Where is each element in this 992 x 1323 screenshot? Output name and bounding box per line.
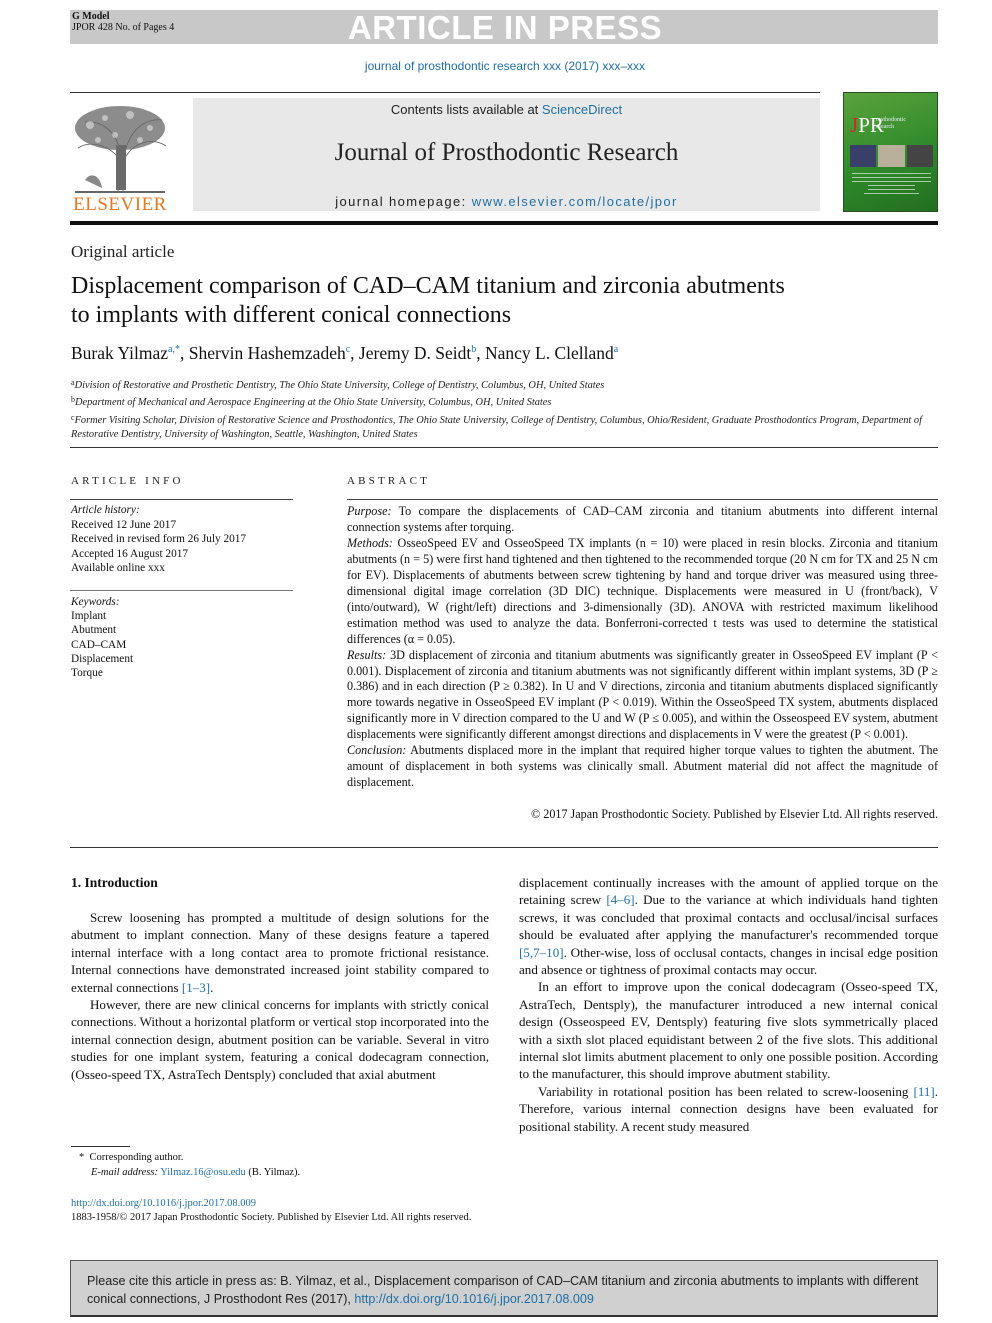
keyword: Torque (71, 667, 103, 680)
cover-image-1 (850, 145, 877, 167)
footnote: * Corresponding author. E-mail address: … (79, 1151, 300, 1180)
article-status: ARTICLE IN PRESS (347, 9, 663, 46)
cover-image-3 (906, 145, 933, 167)
running-journal-reference[interactable]: journal of prosthodontic research xxx (2… (0, 59, 992, 73)
journal-title: Journal of Prosthodontic Research (334, 139, 679, 166)
body-column-right: displacement continually increases with … (519, 874, 938, 1135)
body-paragraph: However, there are new clinical concerns… (71, 996, 489, 1083)
citation-link[interactable]: [4–6] (606, 892, 634, 907)
history-item: Available online xxx (71, 562, 165, 575)
article-type: Original article (71, 242, 175, 261)
author-list: Burak Yilmaza,*, Shervin Hashemzadehc, J… (71, 343, 619, 363)
affiliation: cFormer Visiting Scholar, Division of Re… (71, 412, 922, 441)
corresponding-author-note: * Corresponding author. (79, 1152, 184, 1163)
divider (70, 847, 938, 848)
affiliations: aDivision of Restorative and Prosthetic … (71, 376, 951, 443)
article-info-heading: ARTICLE INFO (71, 475, 184, 487)
history-label: Article history: (71, 504, 140, 516)
citation-link[interactable]: [5,7–10] (519, 945, 564, 960)
affiliation: bDepartment of Mechanical and Aerospace … (71, 395, 552, 409)
email-link[interactable]: Yilmaz.16@osu.edu (160, 1167, 246, 1178)
journal-homepage: journal homepage: www.elsevier.com/locat… (193, 194, 820, 209)
keyword: Implant (71, 610, 107, 623)
body-column-left: Screw loosening has prompted a multitude… (71, 909, 489, 1083)
keyword: Displacement (71, 652, 134, 665)
elsevier-wordmark: ELSEVIER (73, 194, 167, 215)
footnote-rule (71, 1146, 130, 1147)
homepage-link[interactable]: www.elsevier.com/locate/jpor (472, 194, 678, 209)
doi-link[interactable]: http://dx.doi.org/10.1016/j.jpor.2017.08… (71, 1198, 256, 1209)
body-paragraph: Variability in rotational position has b… (519, 1083, 938, 1135)
sciencedirect-link[interactable]: ScienceDirect (542, 102, 622, 117)
author[interactable]: Nancy L. Clellanda (485, 343, 618, 363)
history-item: Received 12 June 2017 (71, 518, 177, 531)
abstract-body: Purpose: To compare the displacements of… (347, 504, 938, 791)
body-text: However, there are new clinical concerns… (71, 997, 489, 1082)
body-paragraph: In an effort to improve upon the conical… (519, 978, 938, 1082)
header-thick-rule (70, 221, 938, 225)
journal-cover-thumbnail[interactable]: JPR rosthodontic esearch (843, 92, 938, 212)
issn-copyright: 1883-1958/© 2017 Japan Prosthodontic Soc… (71, 1212, 472, 1223)
keyword: Abutment (71, 624, 117, 637)
cite-box: Please cite this article in press as: B.… (70, 1260, 938, 1317)
cite-doi-link[interactable]: http://dx.doi.org/10.1016/j.jpor.2017.08… (354, 1292, 593, 1306)
abstract-heading: ABSTRACT (347, 475, 431, 487)
divider (70, 590, 293, 591)
cover-images (850, 145, 933, 167)
author[interactable]: Jeremy D. Seidtb (359, 343, 476, 363)
body-text: . (210, 979, 214, 995)
affiliation: aDivision of Restorative and Prosthetic … (71, 378, 605, 391)
cover-image-2 (878, 145, 905, 167)
citation-link[interactable]: [11] (913, 1084, 934, 1099)
keywords-label: Keywords: (71, 596, 120, 608)
divider (70, 447, 938, 448)
divider (70, 499, 293, 500)
body-paragraph: Screw loosening has prompted a multitude… (71, 909, 489, 996)
body-text: In an effort to improve upon the conical… (519, 979, 938, 1082)
body-paragraph: displacement continually increases with … (519, 874, 938, 978)
history-item: Received in revised form 26 July 2017 (71, 533, 247, 546)
article-title: Displacement comparison of CAD–CAM titan… (71, 273, 785, 328)
contents-available: Contents lists available at ScienceDirec… (193, 102, 820, 117)
history-item: Accepted 16 August 2017 (71, 547, 189, 560)
author[interactable]: Burak Yilmaza,* (71, 343, 180, 363)
divider (347, 499, 938, 500)
keywords: Keywords: Implant Abutment CAD–CAM Displ… (71, 595, 133, 680)
citation-link[interactable]: [1–3] (182, 980, 210, 995)
cover-text-lines (852, 173, 931, 197)
homepage-prefix: journal homepage: (335, 194, 472, 209)
abstract-purpose: Purpose: To compare the displacements of… (347, 504, 938, 534)
abstract-conclusion: Conclusion: Abutments displaced more in … (347, 743, 938, 790)
body-text: Screw loosening has prompted a multitude… (71, 910, 489, 995)
contents-prefix: Contents lists available at (390, 102, 542, 117)
cover-subtitle: rosthodontic esearch (876, 117, 906, 130)
body-text: Variability in rotational position has b… (538, 1083, 914, 1099)
keyword: CAD–CAM (71, 638, 127, 651)
header-rule (70, 92, 820, 93)
abstract-methods: Methods: OsseoSpeed EV and OsseoSpeed TX… (347, 535, 938, 646)
author[interactable]: Shervin Hashemzadehc (189, 343, 350, 363)
article-history: Article history: Received 12 June 2017 R… (71, 503, 246, 576)
email-note: E-mail address: Yilmaz.16@osu.edu (B. Yi… (91, 1166, 301, 1178)
tree-icon (75, 106, 167, 193)
section-heading: 1. Introduction (71, 875, 158, 890)
abstract-results: Results: 3D displacement of zirconia and… (347, 647, 938, 742)
abstract-copyright: © 2017 Japan Prosthodontic Society. Publ… (530, 807, 938, 821)
body-text: . Other-wise, loss of occlusal contacts,… (519, 944, 938, 978)
